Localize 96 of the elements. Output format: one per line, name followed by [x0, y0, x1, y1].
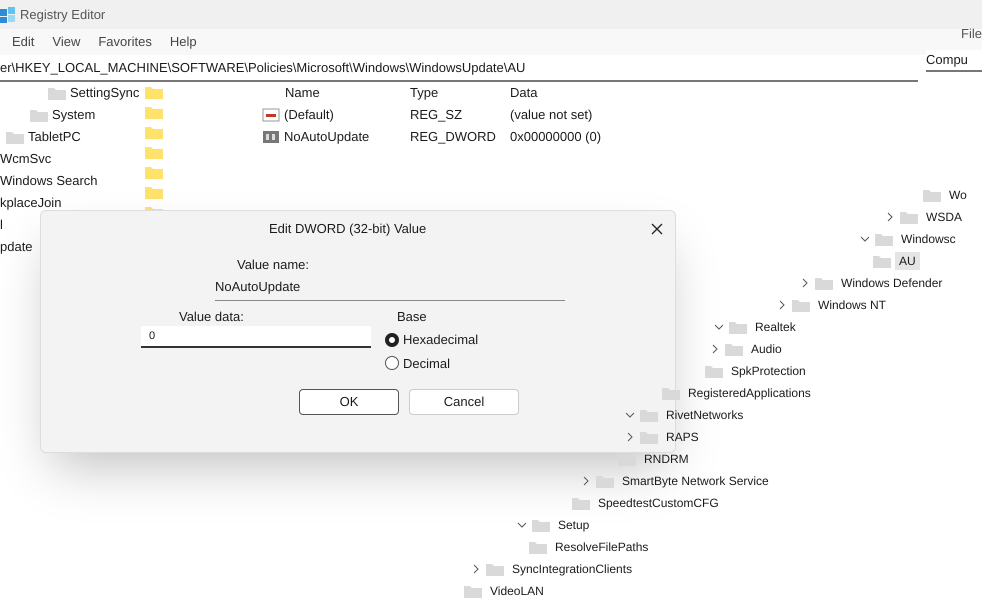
table-cell-text: REG_SZ: [410, 106, 464, 124]
column-header[interactable]: Data: [510, 83, 710, 103]
tree-item[interactable]: ResolveFilePaths: [551, 538, 652, 556]
chevron-right-icon[interactable]: [801, 278, 809, 288]
tree-item[interactable]: RivetNetworks: [662, 406, 748, 424]
folder-icon: [596, 474, 614, 488]
folder-icon: [529, 540, 547, 554]
folder-icon: [48, 86, 66, 100]
folder-icon: [875, 232, 893, 246]
folder-icon: [145, 145, 163, 159]
tree-item[interactable]: SpkProtection: [727, 362, 810, 380]
tree-item[interactable]: SpeedtestCustomCFG: [594, 494, 723, 512]
tree-item[interactable]: SmartByte Network Service: [618, 472, 773, 490]
tree-item[interactable]: Realtek: [751, 318, 800, 336]
tree-item[interactable]: Windows Defender: [837, 274, 946, 292]
tree-item[interactable]: Wo: [945, 186, 971, 204]
string-value-icon: [262, 108, 280, 122]
tree-item[interactable]: AU: [895, 252, 920, 270]
folder-icon: [145, 185, 163, 199]
radio-button[interactable]: Hexadecimal: [385, 330, 478, 350]
address-bar[interactable]: er\HKEY_LOCAL_MACHINE\SOFTWARE\Policies\Microsoft\Windows\WindowsUpdate\AU: [0, 55, 918, 82]
chevron-right-icon[interactable]: [472, 564, 480, 574]
tree-item[interactable]: Windowsc: [897, 230, 960, 248]
table-cell-text: (Default): [284, 106, 334, 124]
folder-icon: [145, 105, 163, 119]
folder-icon: [532, 518, 550, 532]
folder-icon: [923, 188, 941, 202]
folder-icon: [145, 85, 163, 99]
tree-item[interactable]: System: [52, 105, 96, 125]
folder-icon: [486, 562, 504, 576]
folder-icon: [729, 320, 747, 334]
column-header[interactable]: Name: [260, 83, 410, 103]
value-name-field[interactable]: NoAutoUpdate: [215, 274, 565, 300]
folder-icon: [725, 342, 743, 356]
tree-item[interactable]: WcmSvc: [0, 149, 52, 169]
chevron-right-icon[interactable]: [886, 212, 894, 222]
dialog-title: Edit DWORD (32-bit) Value: [269, 220, 426, 238]
tree-item[interactable]: Audio: [747, 340, 786, 358]
group-label: Base: [396, 308, 428, 326]
tree-item[interactable]: Setup: [554, 516, 594, 534]
address-path: er\HKEY_LOCAL_MACHINE\SOFTWARE\Policies\Microsoft\Windows\WindowsUpdate\AU: [0, 58, 526, 77]
cancel-button[interactable]: Cancel: [409, 389, 519, 415]
tree-item[interactable]: RegisteredApplications: [684, 384, 815, 402]
tree-item[interactable]: l: [0, 215, 3, 235]
chevron-down-icon[interactable]: [714, 323, 724, 331]
binary-value-icon: [262, 130, 280, 144]
folder-icon: [705, 364, 723, 378]
tree-item[interactable]: SyncIntegrationClients: [508, 560, 636, 578]
registry-app-icon: [0, 6, 16, 22]
chevron-right-icon[interactable]: [778, 300, 786, 310]
tree-item[interactable]: VideoLAN: [486, 582, 548, 600]
field-label: Value name:: [237, 256, 310, 274]
table-cell-text: REG_DWORD: [410, 128, 497, 146]
chevron-down-icon[interactable]: [517, 521, 527, 529]
radio-button[interactable]: Decimal: [385, 354, 478, 373]
chevron-down-icon[interactable]: [625, 411, 635, 419]
tree-item[interactable]: Windows NT: [814, 296, 890, 314]
menu-item[interactable]: Edit: [12, 32, 34, 52]
table-cell-text: NoAutoUpdate: [284, 128, 370, 146]
chevron-right-icon[interactable]: [711, 344, 719, 354]
tree-item[interactable]: RAPS: [662, 428, 703, 446]
tree-item[interactable]: SettingSync: [70, 83, 140, 103]
tree-item[interactable]: RNDRM: [640, 450, 693, 468]
folder-icon: [640, 408, 658, 422]
close-icon: [651, 223, 663, 235]
folder-icon: [900, 210, 918, 224]
folder-icon: [792, 298, 810, 312]
chevron-right-icon[interactable]: [626, 432, 634, 442]
chevron-down-icon[interactable]: [860, 235, 870, 243]
value-data-field[interactable]: 0: [141, 326, 371, 348]
menu-item[interactable]: Favorites: [98, 32, 152, 52]
folder-icon: [640, 430, 658, 444]
ok-button[interactable]: OK: [299, 389, 399, 415]
tree-item[interactable]: Windows Search: [0, 171, 98, 191]
address-bar[interactable]: Compu: [926, 50, 982, 72]
folder-icon: [873, 254, 891, 268]
tree-item[interactable]: pdate: [0, 237, 33, 257]
table-cell-text: (value not set): [510, 106, 594, 124]
folder-icon: [815, 276, 833, 290]
column-header[interactable]: Type: [410, 83, 510, 103]
tree-item[interactable]: kplaceJoin: [0, 193, 62, 213]
file-menu[interactable]: File: [961, 24, 982, 44]
folder-icon: [572, 496, 590, 510]
folder-icon: [145, 125, 163, 139]
folder-icon: [6, 130, 24, 144]
menu-item[interactable]: Help: [170, 32, 197, 52]
table-cell-text: 0x00000000 (0): [510, 128, 602, 146]
folder-icon: [30, 108, 48, 122]
folder-icon: [145, 165, 163, 179]
tree-item[interactable]: WSDA: [922, 208, 966, 226]
folder-icon: [464, 584, 482, 598]
field-label: Value data:: [178, 308, 245, 326]
tree-item[interactable]: TabletPC: [28, 127, 81, 147]
chevron-right-icon[interactable]: [582, 476, 590, 486]
menu-item[interactable]: View: [52, 32, 80, 52]
window-title: Registry Editor: [20, 6, 106, 24]
